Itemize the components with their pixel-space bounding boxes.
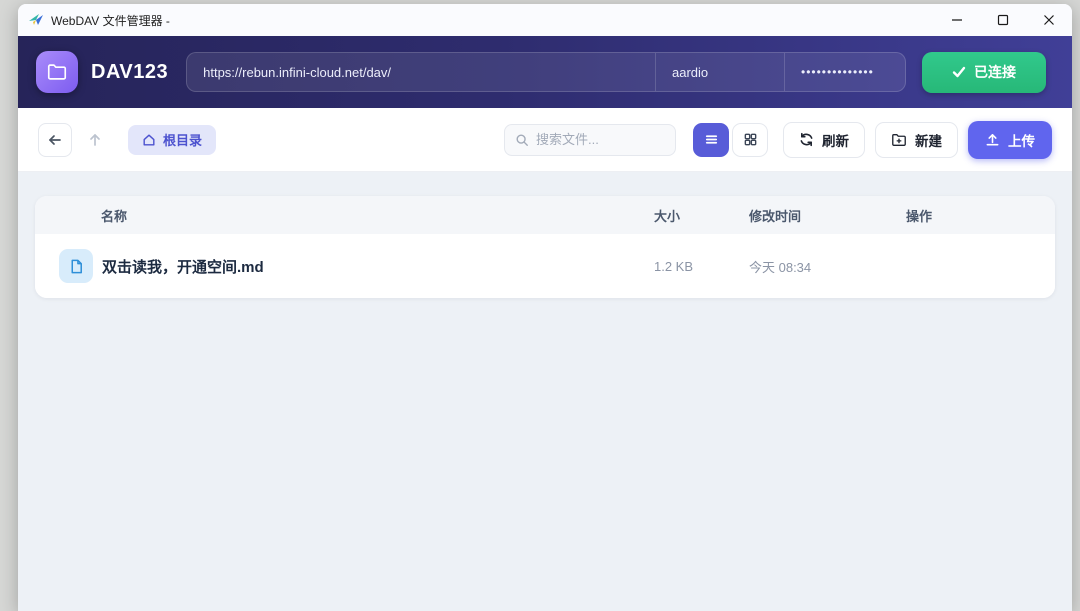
grid-view-button[interactable] xyxy=(732,122,768,157)
search-icon xyxy=(516,133,528,146)
refresh-label: 刷新 xyxy=(822,133,849,149)
connect-button[interactable]: 已连接 xyxy=(922,51,1046,93)
upload-label: 上传 xyxy=(1008,133,1035,149)
upload-icon xyxy=(986,134,999,146)
file-type-badge xyxy=(59,249,93,283)
refresh-button[interactable]: 刷新 xyxy=(783,121,865,158)
password-input[interactable]: •••••••••••••• xyxy=(785,53,905,91)
connection-fields: https://rebun.infini-cloud.net/dav/ aard… xyxy=(186,52,906,92)
new-button[interactable]: 新建 xyxy=(875,121,958,158)
refresh-icon xyxy=(800,132,813,147)
upload-button[interactable]: 上传 xyxy=(968,120,1052,159)
maximize-button[interactable] xyxy=(980,4,1026,36)
grid-icon xyxy=(744,133,756,146)
toolbar: 根目录 搜索文件... 刷新 新建 上传 xyxy=(18,108,1072,172)
app-icon xyxy=(29,14,43,25)
arrow-left-icon xyxy=(49,134,61,145)
arrow-up-icon xyxy=(90,133,100,146)
username-input[interactable]: aardio xyxy=(656,53,784,91)
app-name: DAV123 xyxy=(91,60,169,83)
document-icon xyxy=(70,259,82,273)
file-name: 双击读我，开通空间.md xyxy=(102,258,264,276)
title-bar: WebDAV 文件管理器 - xyxy=(18,4,1072,36)
window-title: WebDAV 文件管理器 - xyxy=(51,13,170,28)
search-input[interactable] xyxy=(536,132,656,147)
home-icon xyxy=(143,133,155,146)
file-name-cell: 双击读我，开通空间.md xyxy=(59,249,654,283)
new-label: 新建 xyxy=(915,133,942,149)
list-view-button[interactable] xyxy=(693,122,729,157)
search-box[interactable] xyxy=(504,123,676,156)
connect-label: 已连接 xyxy=(974,64,1016,80)
column-actions: 操作 xyxy=(906,208,933,224)
back-button[interactable] xyxy=(38,122,72,157)
breadcrumb-label: 根目录 xyxy=(163,133,203,148)
app-window: WebDAV 文件管理器 - DAV123 https://rebun.infi… xyxy=(18,4,1072,611)
file-size: 1.2 KB xyxy=(654,258,694,274)
table-header: 名称 大小 修改时间 操作 xyxy=(35,196,1055,234)
file-modified: 今天 08:34 xyxy=(749,259,812,275)
table-row[interactable]: 双击读我，开通空间.md 1.2 KB 今天 08:34 xyxy=(35,234,1055,298)
breadcrumb-root[interactable]: 根目录 xyxy=(128,124,217,155)
check-icon xyxy=(952,66,966,78)
folder-icon xyxy=(47,64,67,80)
connection-header: DAV123 https://rebun.infini-cloud.net/da… xyxy=(18,36,1072,108)
content-area: 名称 大小 修改时间 操作 双击读我，开通空间.md 1.2 KB 今天 08: xyxy=(18,172,1072,611)
app-logo xyxy=(36,51,78,93)
up-button[interactable] xyxy=(78,122,112,157)
folder-plus-icon xyxy=(892,133,906,146)
close-button[interactable] xyxy=(1026,4,1072,36)
column-name: 名称 xyxy=(101,208,128,224)
server-url-input[interactable]: https://rebun.infini-cloud.net/dav/ xyxy=(187,53,655,91)
view-toggle xyxy=(693,122,768,157)
list-icon xyxy=(705,135,717,144)
minimize-button[interactable] xyxy=(934,4,980,36)
file-table: 名称 大小 修改时间 操作 双击读我，开通空间.md 1.2 KB 今天 08: xyxy=(35,196,1055,298)
column-size: 大小 xyxy=(654,208,681,224)
column-modified: 修改时间 xyxy=(749,208,802,224)
